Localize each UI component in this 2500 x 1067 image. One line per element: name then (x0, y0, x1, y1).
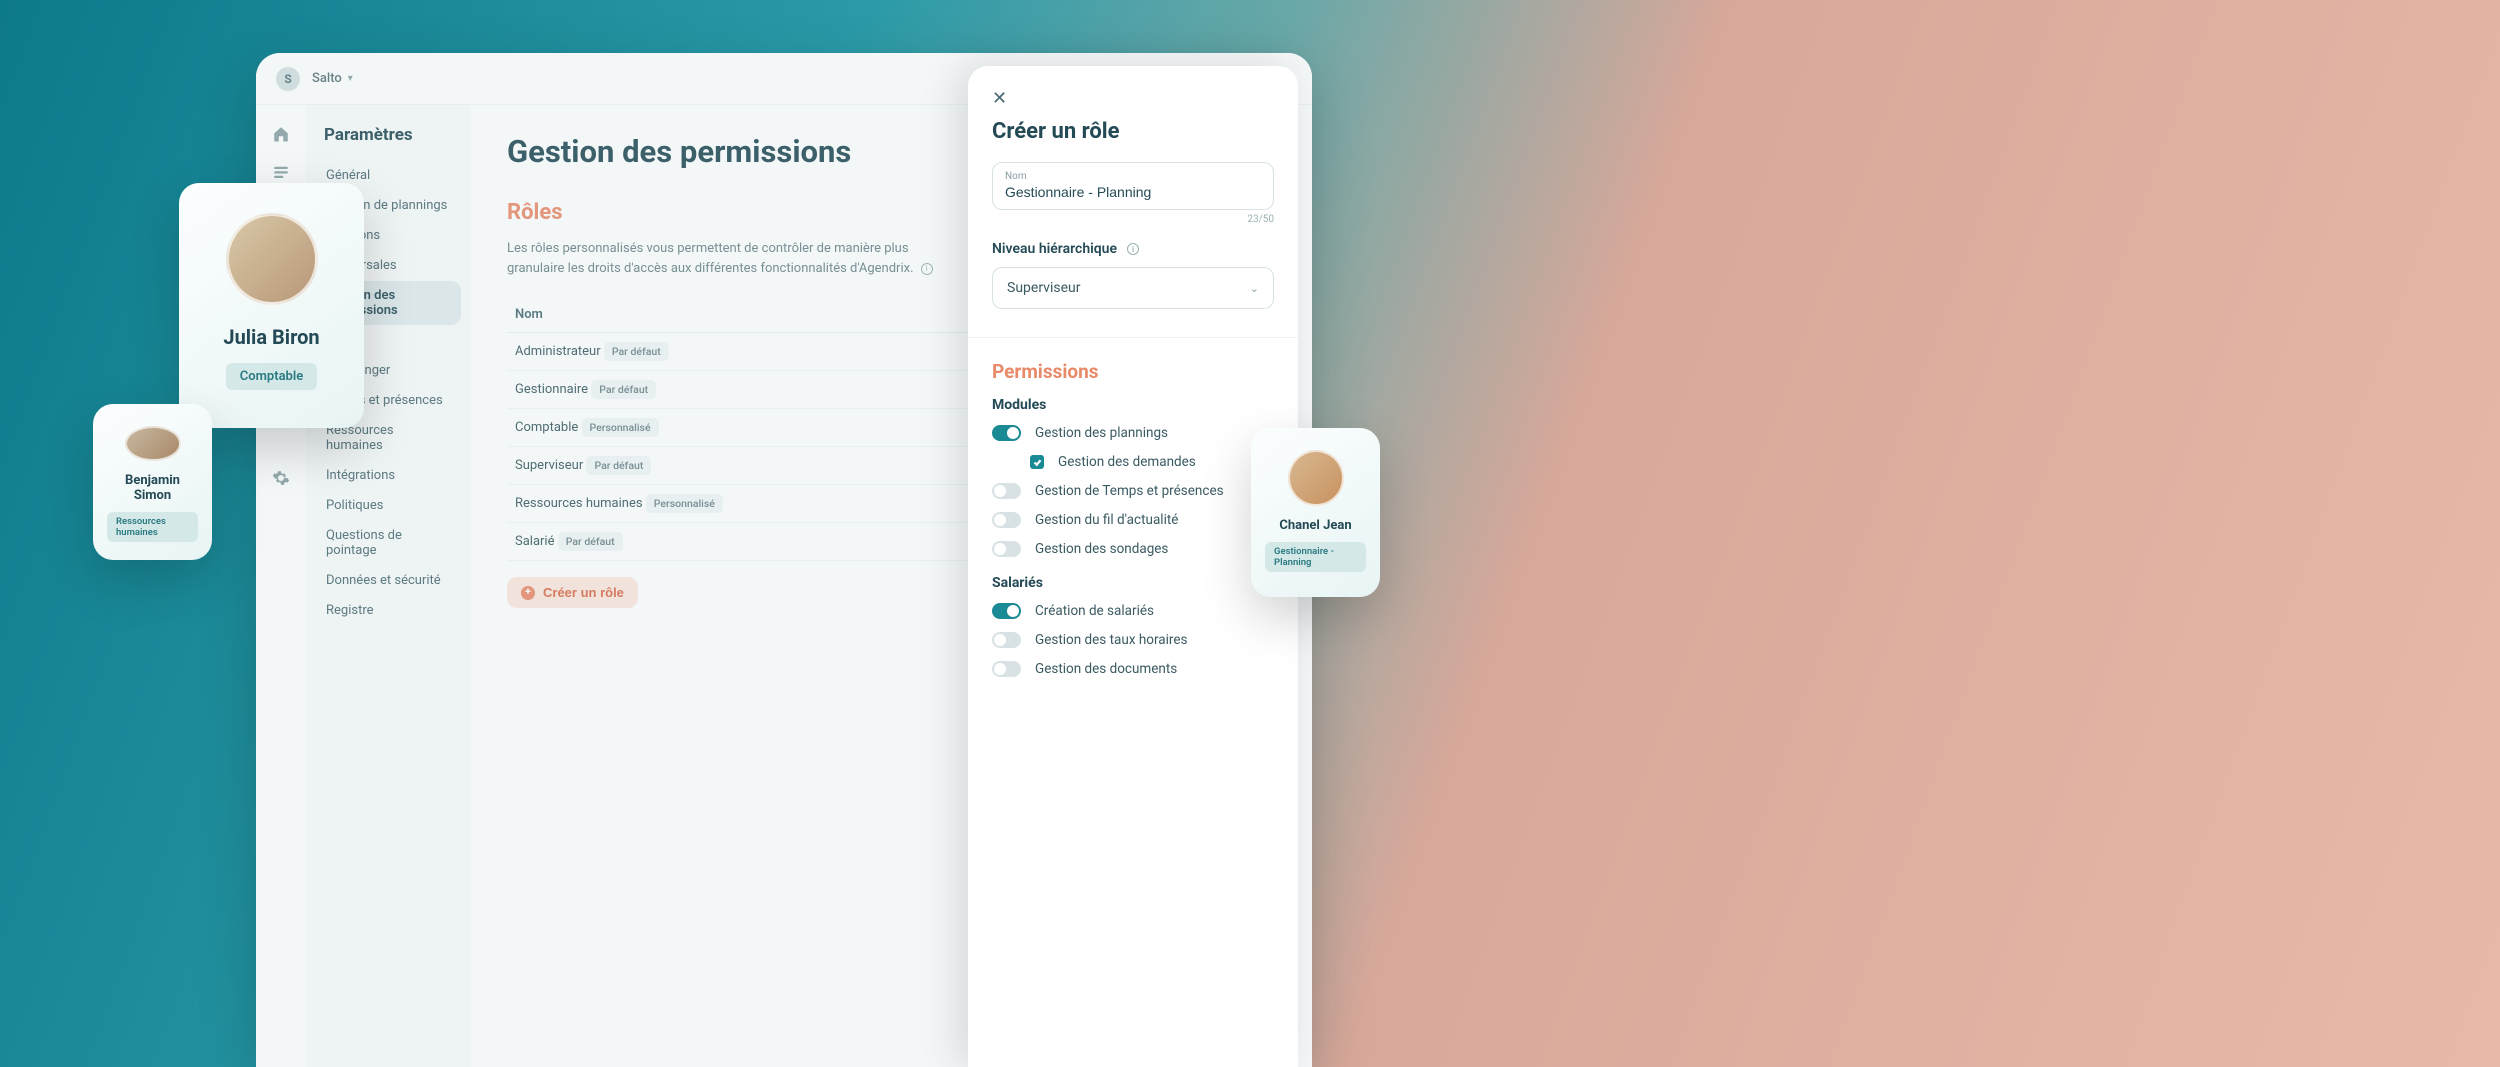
permission-row: Gestion des taux horaires (992, 632, 1274, 648)
level-section-label: Niveau hiérarchique i (992, 241, 1274, 257)
level-select-value: Superviseur (1007, 280, 1080, 296)
permission-row: Création de salariés (992, 603, 1274, 619)
role-type-badge: Par défaut (558, 532, 623, 551)
profile-role-badge: Gestionnaire - Planning (1265, 542, 1366, 572)
role-name-label: Nom (1005, 171, 1261, 182)
checkbox[interactable] (1030, 455, 1044, 469)
profile-card-chanel: Chanel Jean Gestionnaire - Planning (1251, 428, 1380, 597)
role-name: Administrateur (515, 344, 601, 359)
gear-icon[interactable] (272, 469, 290, 487)
role-name-input[interactable] (1005, 184, 1261, 200)
permission-label: Gestion des demandes (1058, 454, 1196, 470)
workspace-name[interactable]: Salto (312, 71, 342, 86)
toggle[interactable] (992, 541, 1021, 557)
info-icon[interactable]: i (921, 263, 933, 275)
sidebar-item[interactable]: Registre (316, 596, 461, 625)
toggle[interactable] (992, 425, 1021, 441)
permission-label: Gestion de Temps et présences (1035, 483, 1224, 499)
list-icon[interactable] (272, 163, 290, 181)
toggle[interactable] (992, 483, 1021, 499)
role-type-badge: Par défaut (586, 456, 651, 475)
info-icon[interactable]: i (1127, 243, 1139, 255)
permission-row: Gestion des demandes (1030, 454, 1274, 470)
profile-role-badge: Comptable (226, 363, 318, 390)
role-type-badge: Personnalisé (646, 494, 723, 513)
avatar (125, 426, 181, 461)
create-role-drawer: ✕ Créer un rôle Nom 23/50 Niveau hiérarc… (968, 66, 1298, 1067)
sidebar-item[interactable]: Intégrations (316, 461, 461, 490)
avatar (1288, 450, 1344, 506)
role-name: Gestionnaire (515, 382, 588, 397)
sidebar-item[interactable]: Politiques (316, 491, 461, 520)
sidebar-item[interactable]: Données et sécurité (316, 566, 461, 595)
profile-card-julia: Julia Biron Comptable (179, 183, 364, 428)
permission-label: Création de salariés (1035, 603, 1154, 619)
role-name: Superviseur (515, 458, 583, 473)
role-name: Ressources humaines (515, 496, 643, 511)
role-type-badge: Par défaut (604, 342, 669, 361)
permission-label: Gestion des taux horaires (1035, 632, 1188, 648)
profile-name: Chanel Jean (1279, 518, 1351, 533)
chevron-down-icon[interactable]: ▾ (348, 73, 353, 84)
toggle[interactable] (992, 512, 1021, 528)
employees-heading: Salariés (992, 575, 1274, 591)
workspace-logo[interactable]: S (276, 67, 300, 91)
sidebar-item[interactable]: Questions de pointage (316, 521, 461, 565)
col-name[interactable]: Nom (507, 297, 991, 333)
permission-row: Gestion des plannings (992, 425, 1274, 441)
role-type-badge: Par défaut (591, 380, 656, 399)
home-icon[interactable] (272, 125, 290, 143)
create-role-button[interactable]: + Créer un rôle (507, 577, 638, 608)
profile-name: Julia Biron (223, 325, 319, 349)
level-select[interactable]: Superviseur ⌄ (992, 267, 1274, 309)
toggle[interactable] (992, 661, 1021, 677)
permission-row: Gestion des sondages (992, 541, 1274, 557)
char-counter: 23/50 (992, 214, 1274, 225)
toggle[interactable] (992, 632, 1021, 648)
permission-label: Gestion du fil d'actualité (1035, 512, 1178, 528)
modules-heading: Modules (992, 397, 1274, 413)
role-type-badge: Personnalisé (582, 418, 659, 437)
role-name-field[interactable]: Nom (992, 162, 1274, 210)
profile-role-badge: Ressources humaines (107, 512, 198, 542)
permission-label: Gestion des documents (1035, 661, 1177, 677)
avatar (226, 213, 318, 305)
permission-row: Gestion des documents (992, 661, 1274, 677)
section-description: Les rôles personnalisés vous permettent … (507, 239, 937, 279)
drawer-title: Créer un rôle (992, 119, 1274, 144)
close-icon[interactable]: ✕ (992, 88, 1007, 109)
permission-label: Gestion des plannings (1035, 425, 1168, 441)
profile-name: Benjamin Simon (107, 473, 198, 503)
chevron-down-icon: ⌄ (1250, 282, 1259, 295)
profile-card-benjamin: Benjamin Simon Ressources humaines (93, 404, 212, 560)
role-name: Comptable (515, 420, 578, 435)
toggle[interactable] (992, 603, 1021, 619)
sidebar-title: Paramètres (316, 125, 461, 145)
create-role-label: Créer un rôle (543, 585, 624, 600)
role-name: Salarié (515, 534, 554, 549)
permissions-title: Permissions (992, 360, 1274, 383)
permission-row: Gestion de Temps et présences (992, 483, 1274, 499)
permission-label: Gestion des sondages (1035, 541, 1168, 557)
plus-icon: + (521, 586, 535, 600)
permission-row: Gestion du fil d'actualité (992, 512, 1274, 528)
